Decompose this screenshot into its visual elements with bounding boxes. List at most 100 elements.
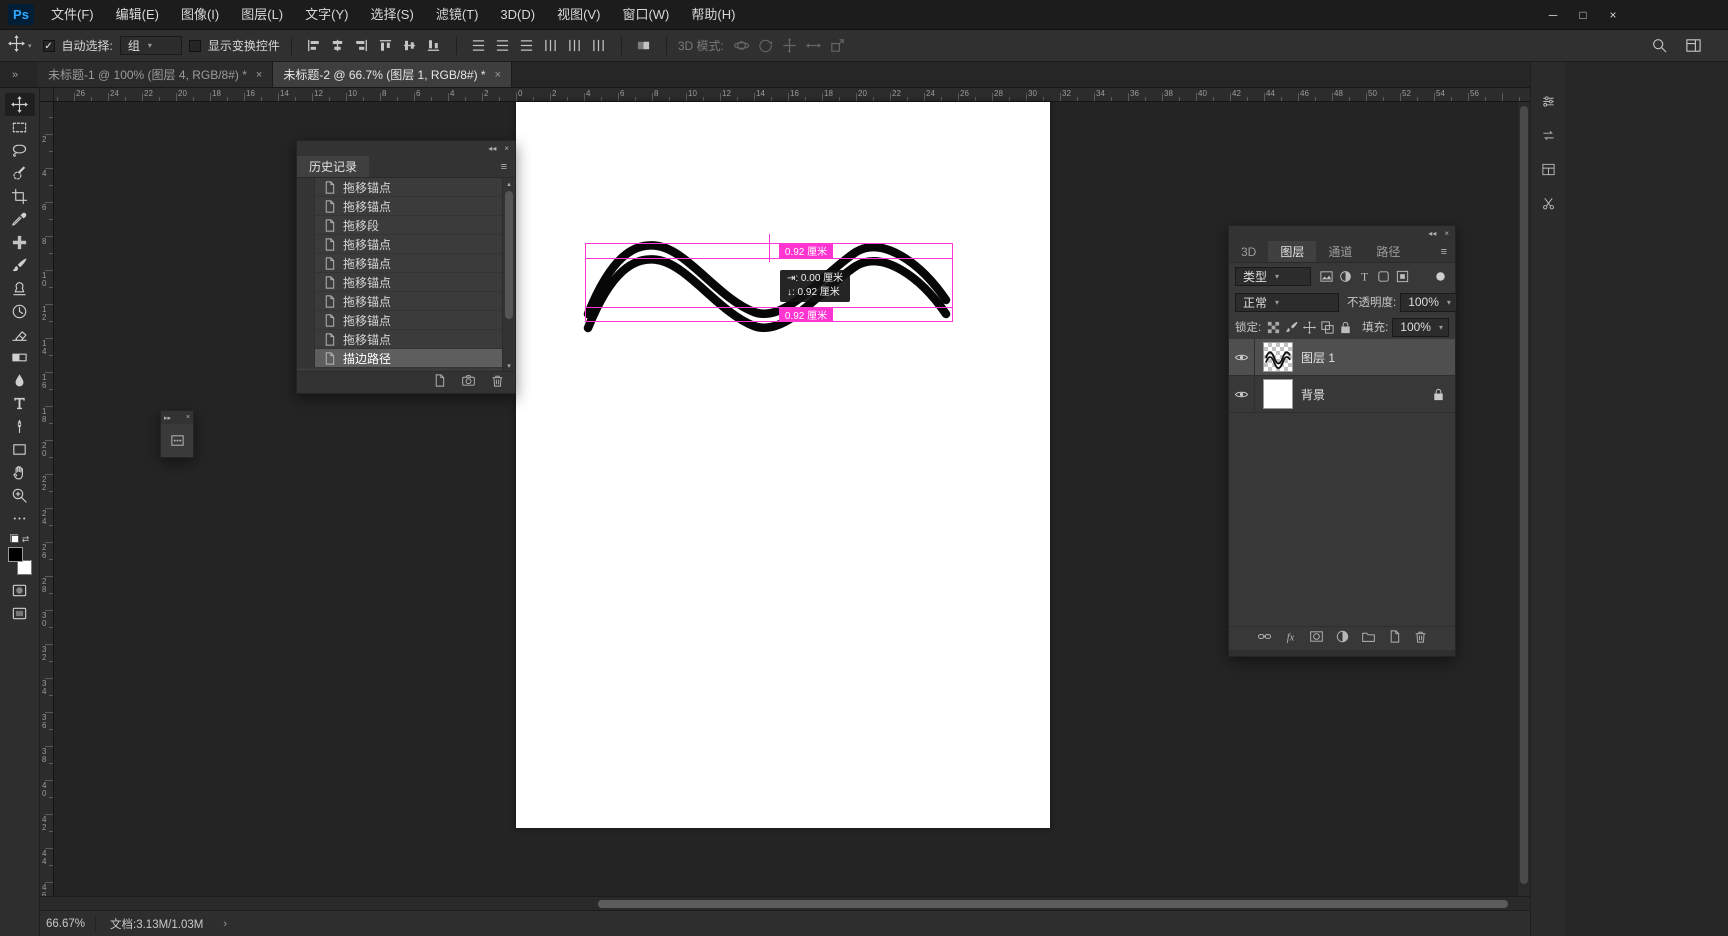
- history-item-4[interactable]: 拖移锚点: [297, 235, 515, 254]
- history-source-well[interactable]: [297, 216, 315, 234]
- tool-crop[interactable]: [5, 185, 35, 208]
- tool-spot-healing-brush[interactable]: [5, 231, 35, 254]
- menu-item-7[interactable]: 3D(D): [489, 0, 546, 30]
- menu-item-1[interactable]: 编辑(E): [105, 0, 170, 30]
- tool-blur[interactable]: [5, 369, 35, 392]
- menu-item-8[interactable]: 视图(V): [546, 0, 611, 30]
- link-layers-icon[interactable]: [1257, 629, 1272, 649]
- close-button[interactable]: ×: [1598, 0, 1628, 30]
- default-colors-icon[interactable]: [9, 534, 19, 545]
- layer-style-icon[interactable]: fx: [1283, 629, 1298, 649]
- vertical-scrollbar-thumb[interactable]: [1520, 106, 1528, 884]
- history-item-6[interactable]: 拖移锚点: [297, 273, 515, 292]
- history-source-well[interactable]: [297, 235, 315, 253]
- dock-panel-2-icon[interactable]: [1534, 122, 1564, 148]
- tool-eyedropper[interactable]: [5, 208, 35, 231]
- tab-通道[interactable]: 通道: [1316, 241, 1364, 262]
- adjustment-layer-filter-icon[interactable]: [1336, 267, 1354, 285]
- document-tab-1[interactable]: 未标题-1 @ 100% (图层 4, RGB/8#) * ×: [38, 62, 274, 87]
- tool-type[interactable]: [5, 392, 35, 415]
- history-item-3[interactable]: 拖移段: [297, 216, 515, 235]
- menu-item-5[interactable]: 选择(S): [359, 0, 424, 30]
- new-snapshot-icon[interactable]: [461, 373, 476, 393]
- collapse-panel-icon[interactable]: ◂◂: [488, 144, 496, 153]
- lock-artboard-icon[interactable]: [1319, 319, 1335, 335]
- show-transform-checkbox[interactable]: [188, 39, 201, 52]
- opacity-dropdown[interactable]: 100% ▾: [1400, 292, 1457, 312]
- history-item-5[interactable]: 拖移锚点: [297, 254, 515, 273]
- foreground-color-swatch[interactable]: [7, 547, 23, 562]
- layer-thumbnail[interactable]: [1263, 342, 1293, 372]
- ruler-origin-corner[interactable]: [40, 88, 54, 102]
- scroll-up-icon[interactable]: ▴: [507, 178, 511, 189]
- distribute-left-edges-icon[interactable]: [540, 35, 562, 57]
- tab-history[interactable]: 历史记录: [297, 156, 370, 177]
- zoom-level-field[interactable]: 66.67%: [40, 915, 97, 932]
- smart-object-filter-icon[interactable]: [1393, 267, 1411, 285]
- collapse-panel-icon[interactable]: ▸▸: [164, 414, 171, 422]
- filter-toggle-icon[interactable]: [1431, 267, 1449, 285]
- background-color-swatch[interactable]: [16, 560, 32, 575]
- panel-menu-icon[interactable]: ≡: [1433, 241, 1455, 262]
- horizontal-scrollbar[interactable]: [40, 896, 1530, 910]
- swap-colors-icon[interactable]: ⇄: [22, 534, 30, 545]
- type-layer-filter-icon[interactable]: T: [1355, 267, 1373, 285]
- align-horizontal-centers-icon[interactable]: [327, 35, 349, 57]
- tool-history-brush[interactable]: [5, 300, 35, 323]
- history-source-well[interactable]: [297, 349, 315, 367]
- workspace-switcher-icon[interactable]: [1682, 35, 1704, 57]
- panel-menu-icon[interactable]: ≡: [493, 156, 515, 177]
- history-source-well[interactable]: [297, 273, 315, 291]
- tool-preset-picker[interactable]: ▾: [8, 34, 36, 57]
- add-layer-mask-icon[interactable]: [1309, 629, 1324, 649]
- tab-路径[interactable]: 路径: [1364, 241, 1412, 262]
- screen-mode-button[interactable]: [5, 602, 35, 625]
- menu-item-9[interactable]: 窗口(W): [611, 0, 680, 30]
- history-item-1[interactable]: 拖移锚点: [297, 178, 515, 197]
- delete-layer-icon[interactable]: [1413, 629, 1428, 649]
- status-popup-chevron[interactable]: ›: [217, 918, 233, 930]
- auto-align-layers-icon[interactable]: [633, 35, 655, 57]
- pixel-layer-filter-icon[interactable]: [1317, 267, 1335, 285]
- shape-layer-filter-icon[interactable]: [1374, 267, 1392, 285]
- menu-item-2[interactable]: 图像(I): [170, 0, 230, 30]
- distribute-right-edges-icon[interactable]: [588, 35, 610, 57]
- layer-row-1[interactable]: 图层 1: [1229, 339, 1455, 376]
- history-source-well[interactable]: [297, 197, 315, 215]
- tab-close-button[interactable]: ×: [495, 69, 501, 81]
- tool-rectangular-marquee[interactable]: [5, 116, 35, 139]
- vertical-scrollbar[interactable]: [1518, 102, 1530, 896]
- lock-image-pixels-icon[interactable]: [1283, 319, 1299, 335]
- close-panel-icon[interactable]: ×: [1444, 229, 1449, 238]
- layer-visibility-toggle[interactable]: [1229, 376, 1255, 412]
- tool-rectangle[interactable]: [5, 438, 35, 461]
- history-source-well[interactable]: [297, 254, 315, 272]
- scroll-down-icon[interactable]: ▾: [507, 360, 511, 371]
- auto-select-target-dropdown[interactable]: 组 ▾: [119, 36, 182, 55]
- tool-clone-stamp[interactable]: [5, 277, 35, 300]
- close-panel-icon[interactable]: ×: [186, 414, 190, 421]
- new-layer-icon[interactable]: [1387, 629, 1402, 649]
- distribute-horizontal-centers-icon[interactable]: [564, 35, 586, 57]
- collapse-panel-icon[interactable]: ◂◂: [1428, 229, 1436, 238]
- tool-move[interactable]: [4, 93, 35, 116]
- history-item-2[interactable]: 拖移锚点: [297, 197, 515, 216]
- menu-item-6[interactable]: 滤镜(T): [425, 0, 490, 30]
- dock-panel-3-icon[interactable]: [1534, 156, 1564, 182]
- close-panel-icon[interactable]: ×: [504, 144, 509, 153]
- new-document-from-state-icon[interactable]: [432, 373, 447, 393]
- menu-item-4[interactable]: 文字(Y): [294, 0, 359, 30]
- layer-row-2[interactable]: 背景: [1229, 376, 1455, 413]
- vertical-ruler[interactable]: 2 4 6 8 10 12 14 16 18 20 22 24 26 28 30 32 34 36 38 40 42 44…: [40, 102, 54, 899]
- dock-panel-4-icon[interactable]: [1534, 190, 1564, 216]
- layer-thumbnail[interactable]: [1263, 379, 1293, 409]
- auto-select-checkbox[interactable]: ✓: [42, 39, 55, 52]
- tool-gradient[interactable]: [5, 346, 35, 369]
- tool-brush[interactable]: [5, 254, 35, 277]
- maximize-button[interactable]: □: [1568, 0, 1598, 30]
- history-source-well[interactable]: [297, 311, 315, 329]
- dock-panel-1-icon[interactable]: [1534, 88, 1564, 114]
- distribute-vertical-centers-icon[interactable]: [492, 35, 514, 57]
- fill-dropdown[interactable]: 100% ▾: [1392, 317, 1449, 337]
- distribute-bottom-edges-icon[interactable]: [516, 35, 538, 57]
